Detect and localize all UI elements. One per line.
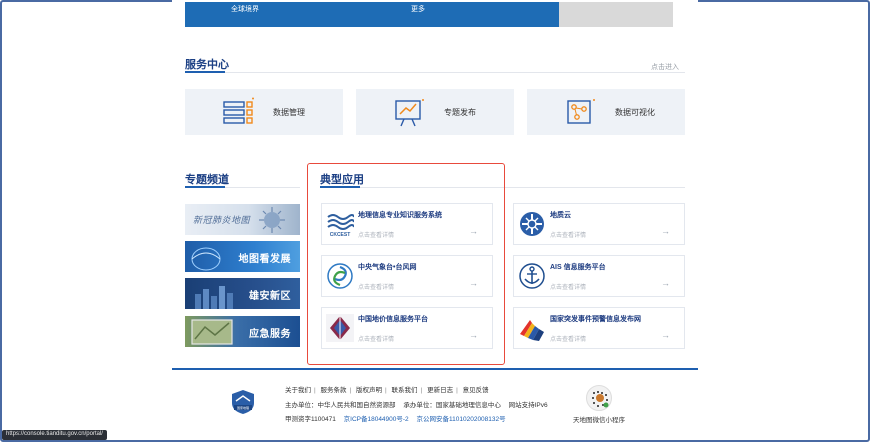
highlight-box bbox=[307, 163, 505, 365]
topic-label: 地图看发展 bbox=[238, 254, 291, 265]
banner-right-text[interactable]: 更多 bbox=[411, 4, 425, 14]
footer-divider bbox=[172, 368, 698, 370]
banner-placeholder bbox=[559, 2, 673, 27]
mini-program-label: 天地图微信小程序 bbox=[573, 417, 625, 424]
footer-host-line: 主办单位：中华人民共和国自然资源部 承办单位：国家基础地理信息中心 网站支持IP… bbox=[285, 399, 548, 409]
topic-label: 应急服务 bbox=[249, 329, 291, 340]
service-label: 专题发布 bbox=[444, 108, 476, 117]
footer-police-link[interactable]: 京公网安备11010202008132号 bbox=[411, 416, 506, 423]
topic-channel-title: 专题频道 bbox=[185, 174, 229, 186]
ais-anchor-logo bbox=[519, 263, 545, 289]
topic-tile-map-development[interactable]: 地图看发展 bbox=[185, 241, 300, 272]
emblem-shield-icon: 国家地理 bbox=[232, 390, 254, 414]
data-visualization-icon bbox=[567, 99, 595, 124]
footer-org: 承办单位：国家基础地理信息中心 bbox=[403, 402, 501, 409]
app-detail-link[interactable]: 点击查看详情 bbox=[550, 230, 586, 239]
app-detail-link[interactable]: 点击查看详情 bbox=[550, 334, 586, 343]
emblem-text: 国家地理 bbox=[237, 405, 249, 410]
service-card-topic-publish[interactable]: 专题发布 bbox=[356, 89, 514, 135]
data-management-icon bbox=[223, 97, 254, 124]
app-card-geocloud[interactable]: 地质云 点击查看详情 → bbox=[513, 203, 685, 245]
geocloud-logo bbox=[520, 212, 544, 236]
status-bar-url: https://console.tianditu.gov.cn/portal/ bbox=[2, 430, 107, 440]
footer-license-line: 甲测资字1100471 京ICP备18044900号-2 京公网安备110102… bbox=[285, 413, 506, 423]
topic-publish-icon bbox=[395, 99, 424, 127]
service-center-divider bbox=[185, 72, 685, 73]
arrow-right-icon[interactable]: → bbox=[661, 226, 670, 236]
qr-code-icon bbox=[592, 391, 609, 408]
footer-link-changelog[interactable]: 更新日志 bbox=[427, 387, 453, 394]
service-label: 数据可视化 bbox=[615, 108, 655, 117]
service-center-title: 服务中心 bbox=[185, 59, 229, 71]
service-label: 数据管理 bbox=[273, 108, 305, 117]
footer-links: 关于我们 | 服务条款 | 版权声明 | 联系我们 | 更新日志 | 意见反馈 bbox=[285, 387, 489, 394]
topic-label: 雄安新区 bbox=[249, 291, 291, 302]
footer-link-feedback[interactable]: 意见反馈 bbox=[463, 387, 489, 394]
app-detail-link[interactable]: 点击查看详情 bbox=[550, 282, 586, 291]
topic-label: 新冠肺炎地图 bbox=[193, 215, 251, 225]
top-banner[interactable]: 全球境界 更多 bbox=[185, 2, 559, 27]
banner-left-text: 全球境界 bbox=[231, 6, 259, 13]
arrow-right-icon[interactable]: → bbox=[661, 330, 670, 340]
footer-icp-link[interactable]: 京ICP备18044900号-2 bbox=[338, 416, 409, 423]
service-center-underline bbox=[185, 71, 225, 73]
app-name: AIS 信息服务平台 bbox=[550, 264, 606, 271]
footer-link-contact[interactable]: 联系我们 bbox=[392, 387, 418, 394]
service-card-data-management[interactable]: 数据管理 bbox=[185, 89, 343, 135]
footer-link-about[interactable]: 关于我们 bbox=[285, 387, 311, 394]
topic-tile-emergency[interactable]: 应急服务 bbox=[185, 316, 300, 347]
topic-tile-xiongan[interactable]: 雄安新区 bbox=[185, 278, 300, 309]
arrow-right-icon[interactable]: → bbox=[661, 278, 670, 288]
service-center-more-link[interactable]: 点击进入 bbox=[651, 62, 679, 72]
satellite-map-icon bbox=[191, 319, 233, 345]
app-name: 地质云 bbox=[550, 212, 571, 219]
service-card-data-visualization[interactable]: 数据可视化 bbox=[527, 89, 685, 135]
topic-channel-underline bbox=[185, 186, 225, 188]
virus-icon bbox=[259, 207, 285, 233]
footer-host: 主办单位：中华人民共和国自然资源部 bbox=[285, 402, 396, 409]
topic-tile-covid-map[interactable]: 新冠肺炎地图 bbox=[185, 204, 300, 235]
footer-link-terms[interactable]: 服务条款 bbox=[321, 387, 347, 394]
app-name: 国家突发事件预警信息发布网 bbox=[550, 316, 641, 323]
app-card-emergency-warning[interactable]: 国家突发事件预警信息发布网 点击查看详情 → bbox=[513, 307, 685, 349]
city-skyline-icon bbox=[195, 286, 233, 309]
footer-ipv6: 网站支持IPv6 bbox=[508, 402, 548, 409]
footer-link-copyright[interactable]: 版权声明 bbox=[356, 387, 382, 394]
mini-program-qr-icon bbox=[586, 385, 612, 411]
footer-review-no: 甲测资字1100471 bbox=[285, 416, 336, 423]
app-card-ais[interactable]: AIS 信息服务平台 点击查看详情 → bbox=[513, 255, 685, 297]
emergency-warning-logo bbox=[518, 314, 546, 342]
globe-icon bbox=[191, 247, 221, 271]
